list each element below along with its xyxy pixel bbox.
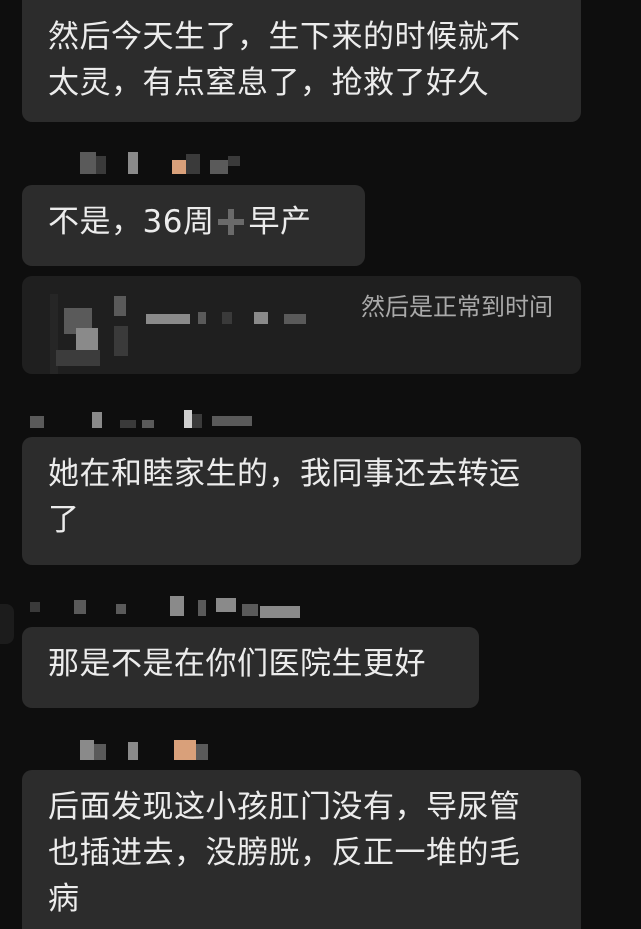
sender-name-blurred — [30, 410, 270, 430]
message-bubble-6[interactable]: 后面发现这小孩肛门没有，导尿管 也插进去，没膀胱，反正一堆的毛 病 — [22, 770, 581, 929]
plus-icon — [218, 209, 245, 235]
message-bubble-1[interactable]: 然后今天生了，生下来的时候就不 太灵，有点窒息了，抢救了好久 — [22, 0, 581, 122]
chat-screen: 然后今天生了，生下来的时候就不 太灵，有点窒息了，抢救了好久 不是，36周早产 — [0, 0, 641, 929]
message-text-line: 后面发现这小孩肛门没有，导尿管 — [48, 789, 521, 825]
avatar[interactable] — [0, 604, 14, 644]
message-text-line: 太灵，有点窒息了，抢救了好久 — [48, 65, 489, 101]
message-text-line: 那是不是在你们医院生更好 — [48, 646, 426, 682]
message-text-line: 也插进去，没膀胱，反正一堆的毛 — [48, 835, 521, 871]
message-bubble-4[interactable]: 她在和睦家生的，我同事还去转运 了 — [22, 437, 581, 565]
message-text: 不是，36周 — [48, 204, 215, 240]
sender-name-blurred — [60, 152, 260, 174]
quoted-text: 然后是正常到时间 — [361, 293, 553, 321]
message-bubble-5[interactable]: 那是不是在你们医院生更好 — [22, 627, 479, 708]
sender-name-blurred — [60, 740, 260, 760]
quoted-message[interactable]: 然后是正常到时间 — [22, 276, 581, 374]
message-text: 早产 — [248, 204, 312, 240]
message-text-line: 了 — [48, 502, 80, 538]
message-text-line: 然后今天生了，生下来的时候就不 — [48, 19, 521, 55]
message-bubble-2[interactable]: 不是，36周 早产 — [22, 185, 365, 266]
sender-name-blurred — [30, 596, 310, 618]
message-text-line: 病 — [48, 881, 80, 917]
message-text-line: 她在和睦家生的，我同事还去转运 — [48, 456, 521, 492]
